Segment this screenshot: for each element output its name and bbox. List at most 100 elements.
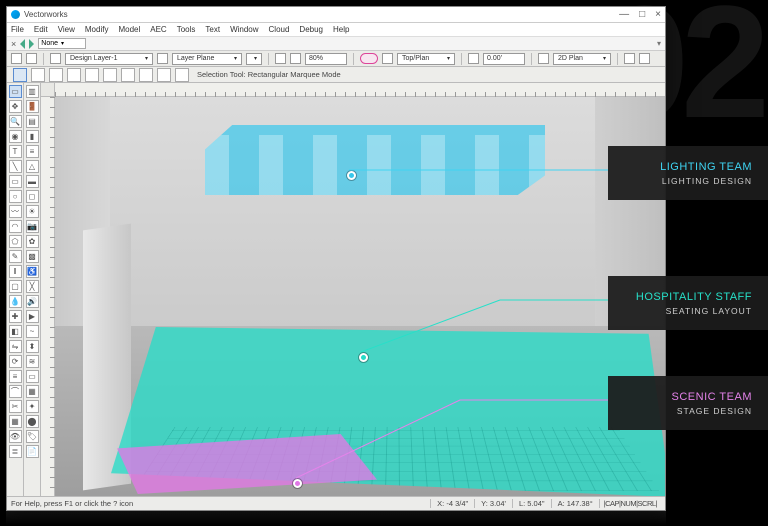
drawing-canvas[interactable] [41, 83, 665, 496]
quickbar-dropdown-icon[interactable]: ▾ [657, 39, 661, 48]
mode-icon-5[interactable] [85, 68, 99, 82]
tool-text[interactable]: T [9, 145, 22, 158]
tool-rect[interactable]: ▭ [9, 175, 22, 188]
menu-edit[interactable]: Edit [34, 25, 48, 34]
tool-locus[interactable]: ✚ [9, 310, 22, 323]
menu-file[interactable]: File [11, 25, 24, 34]
opt-icon-1[interactable] [11, 53, 22, 64]
tool-light[interactable]: ☀ [26, 205, 39, 218]
tool-clip[interactable]: ✂ [9, 400, 22, 413]
window-close-button[interactable]: × [655, 9, 661, 20]
tool-stair[interactable]: ≡ [26, 145, 39, 158]
tool-camera[interactable]: 📷 [26, 220, 39, 233]
zoom-in-icon[interactable] [290, 53, 301, 64]
viewport-3d[interactable] [55, 97, 665, 496]
mode-icon-3[interactable] [49, 68, 63, 82]
working-plane-select[interactable]: Layer Plane [172, 53, 242, 65]
layer-icon[interactable] [50, 53, 61, 64]
tool-polyline[interactable]: 〰 [9, 205, 22, 218]
active-layer-select[interactable]: Design Layer-1 [65, 53, 153, 65]
mode-icon-10[interactable] [175, 68, 189, 82]
menu-tools[interactable]: Tools [177, 25, 196, 34]
mode-icon-9[interactable] [157, 68, 171, 82]
menu-view[interactable]: View [58, 25, 75, 34]
menu-model[interactable]: Model [118, 25, 140, 34]
tool-polygon[interactable]: ⬠ [9, 235, 22, 248]
view-icon[interactable] [538, 53, 549, 64]
tool-circle[interactable]: ○ [9, 190, 22, 203]
tool-line[interactable]: ╲ [9, 160, 22, 173]
tool-hoist[interactable]: ⬍ [26, 340, 39, 353]
menu-cloud[interactable]: Cloud [269, 25, 290, 34]
menu-text[interactable]: Text [205, 25, 220, 34]
tool-truss[interactable]: ╳ [26, 280, 39, 293]
tool-visibility[interactable]: 👁 [9, 430, 22, 443]
tool-freehand[interactable]: ✎ [9, 250, 22, 263]
tool-column[interactable]: ▮ [26, 130, 39, 143]
tool-double-line[interactable]: ‖ [9, 265, 22, 278]
tool-focus[interactable]: ✦ [26, 400, 39, 413]
tool-space[interactable]: ◻ [26, 190, 39, 203]
render-mode-select[interactable]: Top/Plan [397, 53, 455, 65]
mode-icon-8[interactable] [139, 68, 153, 82]
nav-forward-icon[interactable] [29, 39, 34, 49]
tool-fillet[interactable]: ⌒ [9, 385, 22, 398]
tool-led[interactable]: ▦ [26, 385, 39, 398]
tool-arc[interactable]: ◠ [9, 220, 22, 233]
tool-attr[interactable]: ▦ [9, 415, 22, 428]
tool-rotate[interactable]: ⟳ [9, 355, 22, 368]
nav-back-icon[interactable] [20, 39, 25, 49]
tool-mirror[interactable]: ⇋ [9, 340, 22, 353]
tool-softgoods[interactable]: ≋ [26, 355, 39, 368]
tool-door[interactable]: 🚪 [26, 100, 39, 113]
tool-selection[interactable]: ▭ [9, 85, 22, 98]
tool-label[interactable]: 🏷 [26, 430, 39, 443]
menu-debug[interactable]: Debug [299, 25, 323, 34]
tool-plant[interactable]: ✿ [26, 235, 39, 248]
tool-window[interactable]: ▤ [26, 115, 39, 128]
snap-mode-select[interactable]: None [38, 38, 86, 49]
render-icon[interactable] [382, 53, 393, 64]
render-toggle[interactable] [360, 53, 378, 64]
tool-hardscape[interactable]: ▩ [26, 250, 39, 263]
tool-zoom[interactable]: 🔍 [9, 115, 22, 128]
opt-icon-tail-1[interactable] [624, 53, 635, 64]
tool-seating[interactable]: ♿ [26, 265, 39, 278]
opt-icon-tail-2[interactable] [639, 53, 650, 64]
tool-pan[interactable]: ✥ [9, 100, 22, 113]
tool-report[interactable]: 📄 [26, 445, 39, 458]
tool-slab[interactable]: ▬ [26, 175, 39, 188]
ruler-origin[interactable] [41, 83, 55, 97]
menu-modify[interactable]: Modify [85, 25, 109, 34]
zoom-field[interactable]: 80% [305, 53, 347, 65]
ruler-vertical[interactable] [41, 97, 55, 496]
tool-video[interactable]: ▶ [26, 310, 39, 323]
plane-vis-select[interactable] [246, 53, 262, 65]
tool-flyover[interactable]: ◉ [9, 130, 22, 143]
tool-speaker[interactable]: 🔊 [26, 295, 39, 308]
mode-icon-6[interactable] [103, 68, 117, 82]
tool-eyedropper[interactable]: 💧 [9, 295, 22, 308]
tool-rounded-rect[interactable]: ▢ [9, 280, 22, 293]
menu-window[interactable]: Window [230, 25, 258, 34]
mode-icon-4[interactable] [67, 68, 81, 82]
tool-offset[interactable]: ≡ [9, 370, 22, 383]
mode-icon-2[interactable] [31, 68, 45, 82]
ruler-horizontal[interactable] [55, 83, 665, 97]
panel-close-icon[interactable]: × [11, 39, 16, 49]
scale-field[interactable]: 0.00' [483, 53, 525, 65]
window-minimize-button[interactable]: — [619, 9, 629, 20]
tool-cable[interactable]: ~ [26, 325, 39, 338]
tool-wall[interactable]: ▥ [26, 85, 39, 98]
menu-help[interactable]: Help [333, 25, 349, 34]
mode-icon-7[interactable] [121, 68, 135, 82]
tool-record[interactable]: ⬤ [26, 415, 39, 428]
zoom-out-icon[interactable] [275, 53, 286, 64]
view-select[interactable]: 2D Plan [553, 53, 611, 65]
window-maximize-button[interactable]: □ [639, 9, 645, 20]
mode-icon-1[interactable] [13, 68, 27, 82]
menu-aec[interactable]: AEC [150, 25, 166, 34]
scale-icon[interactable] [468, 53, 479, 64]
tool-stage[interactable]: ▭ [26, 370, 39, 383]
tool-2d-reshape[interactable]: ◧ [9, 325, 22, 338]
